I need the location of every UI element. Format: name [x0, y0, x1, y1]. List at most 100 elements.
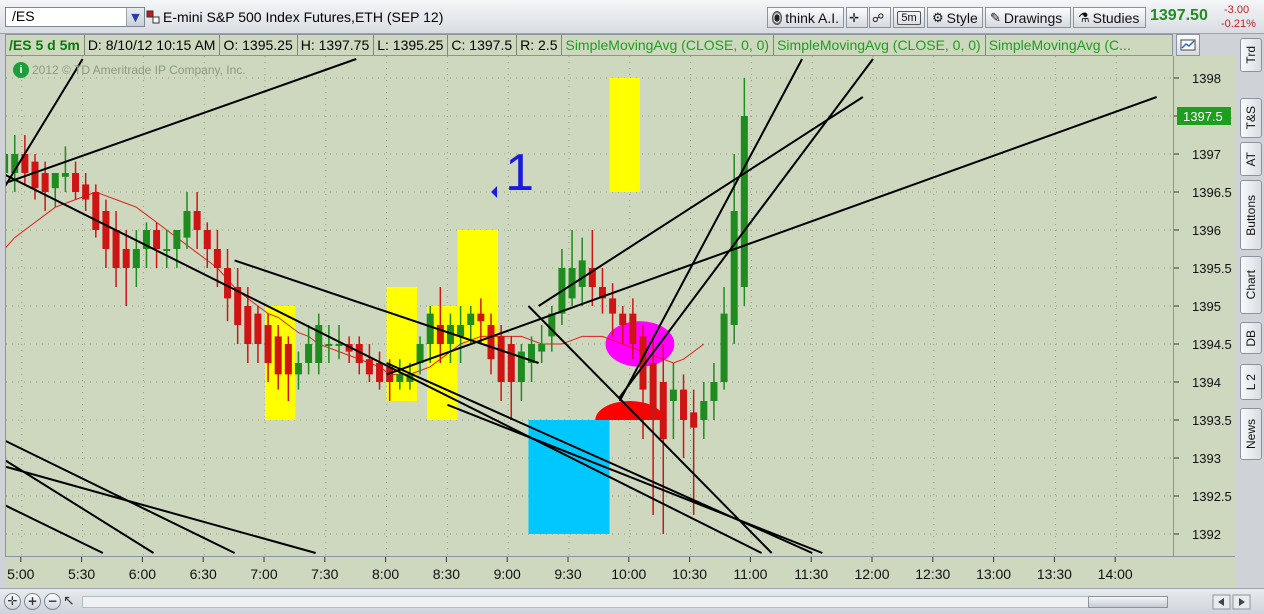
style-label: Style — [946, 9, 978, 26]
cyan-highlight-box — [528, 420, 610, 534]
price-tick-label: 1392.5 — [1192, 489, 1232, 504]
info-icon: i — [13, 62, 29, 78]
study-label-1[interactable]: SimpleMovingAvg (CLOSE, 0, 0) — [562, 35, 775, 55]
trend-line[interactable] — [6, 465, 316, 554]
candle-down — [254, 313, 262, 344]
candle-down — [629, 313, 637, 344]
time-tick-label: 12:30 — [915, 566, 950, 582]
time-axis[interactable]: 5:00 5:30 6:00 6:30 7:00 7:30 8:00 8:30 9:00 9:30… — [5, 556, 1235, 588]
price-tick-label: 1395 — [1192, 299, 1221, 314]
candle-down — [284, 344, 292, 375]
chart-bottom-bar: ✛ + − ↖ — [0, 588, 1264, 614]
candle-down — [649, 363, 657, 420]
side-panel-tabs: Trd T&S AT Buttons Chart DB L 2 News — [1238, 34, 1264, 588]
time-tick-label: 5:30 — [68, 566, 95, 582]
candle-up — [6, 154, 9, 173]
price-tick-label: 1394 — [1192, 375, 1221, 390]
side-tab-label: Chart — [1244, 270, 1258, 300]
zoom-in-icon[interactable]: + — [24, 593, 41, 610]
side-tab-chart[interactable]: Chart — [1240, 256, 1262, 314]
candle-down — [477, 313, 485, 322]
chart-info-bar: /ES 5 d 5m D: 8/10/12 10:15 AM O: 1395.2… — [5, 34, 1173, 56]
studies-button[interactable]: ⚗ Studies — [1073, 7, 1146, 28]
time-tick-label: 8:30 — [433, 566, 460, 582]
expand-collapse-buttons[interactable] — [1212, 594, 1252, 610]
style-button[interactable]: ⚙ Style — [927, 7, 983, 28]
chain-link-icon: ☍ — [872, 10, 885, 25]
time-scrollbar-thumb[interactable] — [1088, 596, 1168, 608]
study-label-2[interactable]: SimpleMovingAvg (CLOSE, 0, 0) — [774, 35, 986, 55]
side-tab-label: DB — [1244, 329, 1258, 347]
price-axis[interactable]: 1392 1392.5 1393 1393.5 1394 1394.5 1395 1395.5… — [1173, 56, 1235, 556]
chart-settings-button[interactable] — [1176, 34, 1200, 56]
candle-down — [112, 230, 120, 268]
chart-settings-icon — [1180, 39, 1196, 51]
studies-label: Studies — [1092, 9, 1140, 26]
style-gear-icon: ⚙ — [932, 9, 944, 25]
link-tool-button[interactable]: ☍ — [869, 7, 891, 28]
trend-line[interactable] — [6, 504, 104, 554]
trend-line[interactable] — [447, 403, 823, 554]
side-tab-at[interactable]: AT — [1240, 142, 1262, 176]
percent-change: -0.21% — [1221, 18, 1256, 30]
drawings-button[interactable]: ✎ Drawings — [985, 7, 1071, 28]
candle-up — [294, 363, 302, 375]
candle-down — [507, 344, 515, 382]
candle-down — [92, 192, 100, 230]
last-price: 1397.50 — [1150, 7, 1208, 24]
price-tick-label: 1393 — [1192, 451, 1221, 466]
symbol-dropdown-button[interactable]: ▼ — [126, 8, 144, 26]
side-tab-trd[interactable]: Trd — [1240, 38, 1262, 72]
side-tab-db[interactable]: DB — [1240, 322, 1262, 354]
candle-up — [578, 260, 586, 287]
current-price-tag-label: 1397.5 — [1183, 109, 1223, 124]
annotation-label: 1 — [505, 144, 534, 202]
trend-line[interactable] — [386, 96, 1158, 376]
trend-line[interactable] — [6, 439, 236, 554]
candle-up — [730, 211, 738, 325]
drawings-label: Drawings — [1003, 9, 1063, 26]
time-tick-label: 10:30 — [672, 566, 707, 582]
bar-range: R: 2.5 — [517, 35, 563, 55]
side-tab-label: Buttons — [1244, 194, 1258, 236]
price-chart-area[interactable]: 1 i 2012 © TD Ameritrade IP Company, Inc… — [5, 56, 1174, 556]
candle-up — [335, 344, 343, 346]
trend-line[interactable] — [538, 96, 864, 307]
yellow-highlight-box — [386, 287, 417, 401]
zoom-out-icon[interactable]: − — [44, 593, 61, 610]
candle-down — [274, 336, 282, 375]
side-tab-buttons[interactable]: Buttons — [1240, 180, 1262, 250]
candle-down — [193, 211, 201, 230]
pointer-icon[interactable]: ↖ — [63, 593, 75, 609]
side-tab-label: T&S — [1244, 106, 1258, 130]
candle-up — [183, 211, 191, 238]
time-tick-label: 6:00 — [129, 566, 156, 582]
timeframe-button[interactable]: 5m — [893, 7, 925, 28]
flask-icon: ⚗ — [1078, 9, 1090, 25]
side-tab-t-s[interactable]: T&S — [1240, 98, 1262, 138]
candle-up — [396, 374, 404, 382]
side-tab-news[interactable]: News — [1240, 408, 1262, 460]
symbol-link-icon[interactable] — [146, 10, 160, 24]
time-scrollbar[interactable] — [82, 596, 1167, 608]
trend-line[interactable] — [6, 58, 357, 184]
candle-down — [264, 325, 272, 363]
pan-icon[interactable]: ✛ — [4, 593, 21, 610]
candle-down — [680, 389, 688, 420]
candle-down — [41, 173, 49, 192]
bar-high: H: 1397.75 — [298, 35, 375, 55]
candle-down — [72, 173, 80, 192]
study-label-3[interactable]: SimpleMovingAvg (C... — [986, 35, 1135, 55]
crosshair-button[interactable]: ✛ — [846, 7, 868, 28]
side-tab-label: L 2 — [1244, 373, 1258, 391]
candle-up — [426, 313, 434, 344]
yellow-highlight-box — [609, 78, 640, 192]
think-ai-button[interactable]: think A.I. — [767, 7, 844, 28]
candle-down — [82, 184, 90, 200]
side-tab-label: News — [1244, 418, 1258, 449]
price-axis-svg: 1392 1392.5 1393 1393.5 1394 1394.5 1395 1395.5… — [1174, 71, 1232, 542]
symbol-period[interactable]: /ES 5 d 5m — [6, 35, 85, 55]
side-tab-l-2[interactable]: L 2 — [1240, 364, 1262, 400]
candle-down — [497, 336, 505, 382]
symbol-input[interactable]: /ES — [5, 7, 145, 27]
